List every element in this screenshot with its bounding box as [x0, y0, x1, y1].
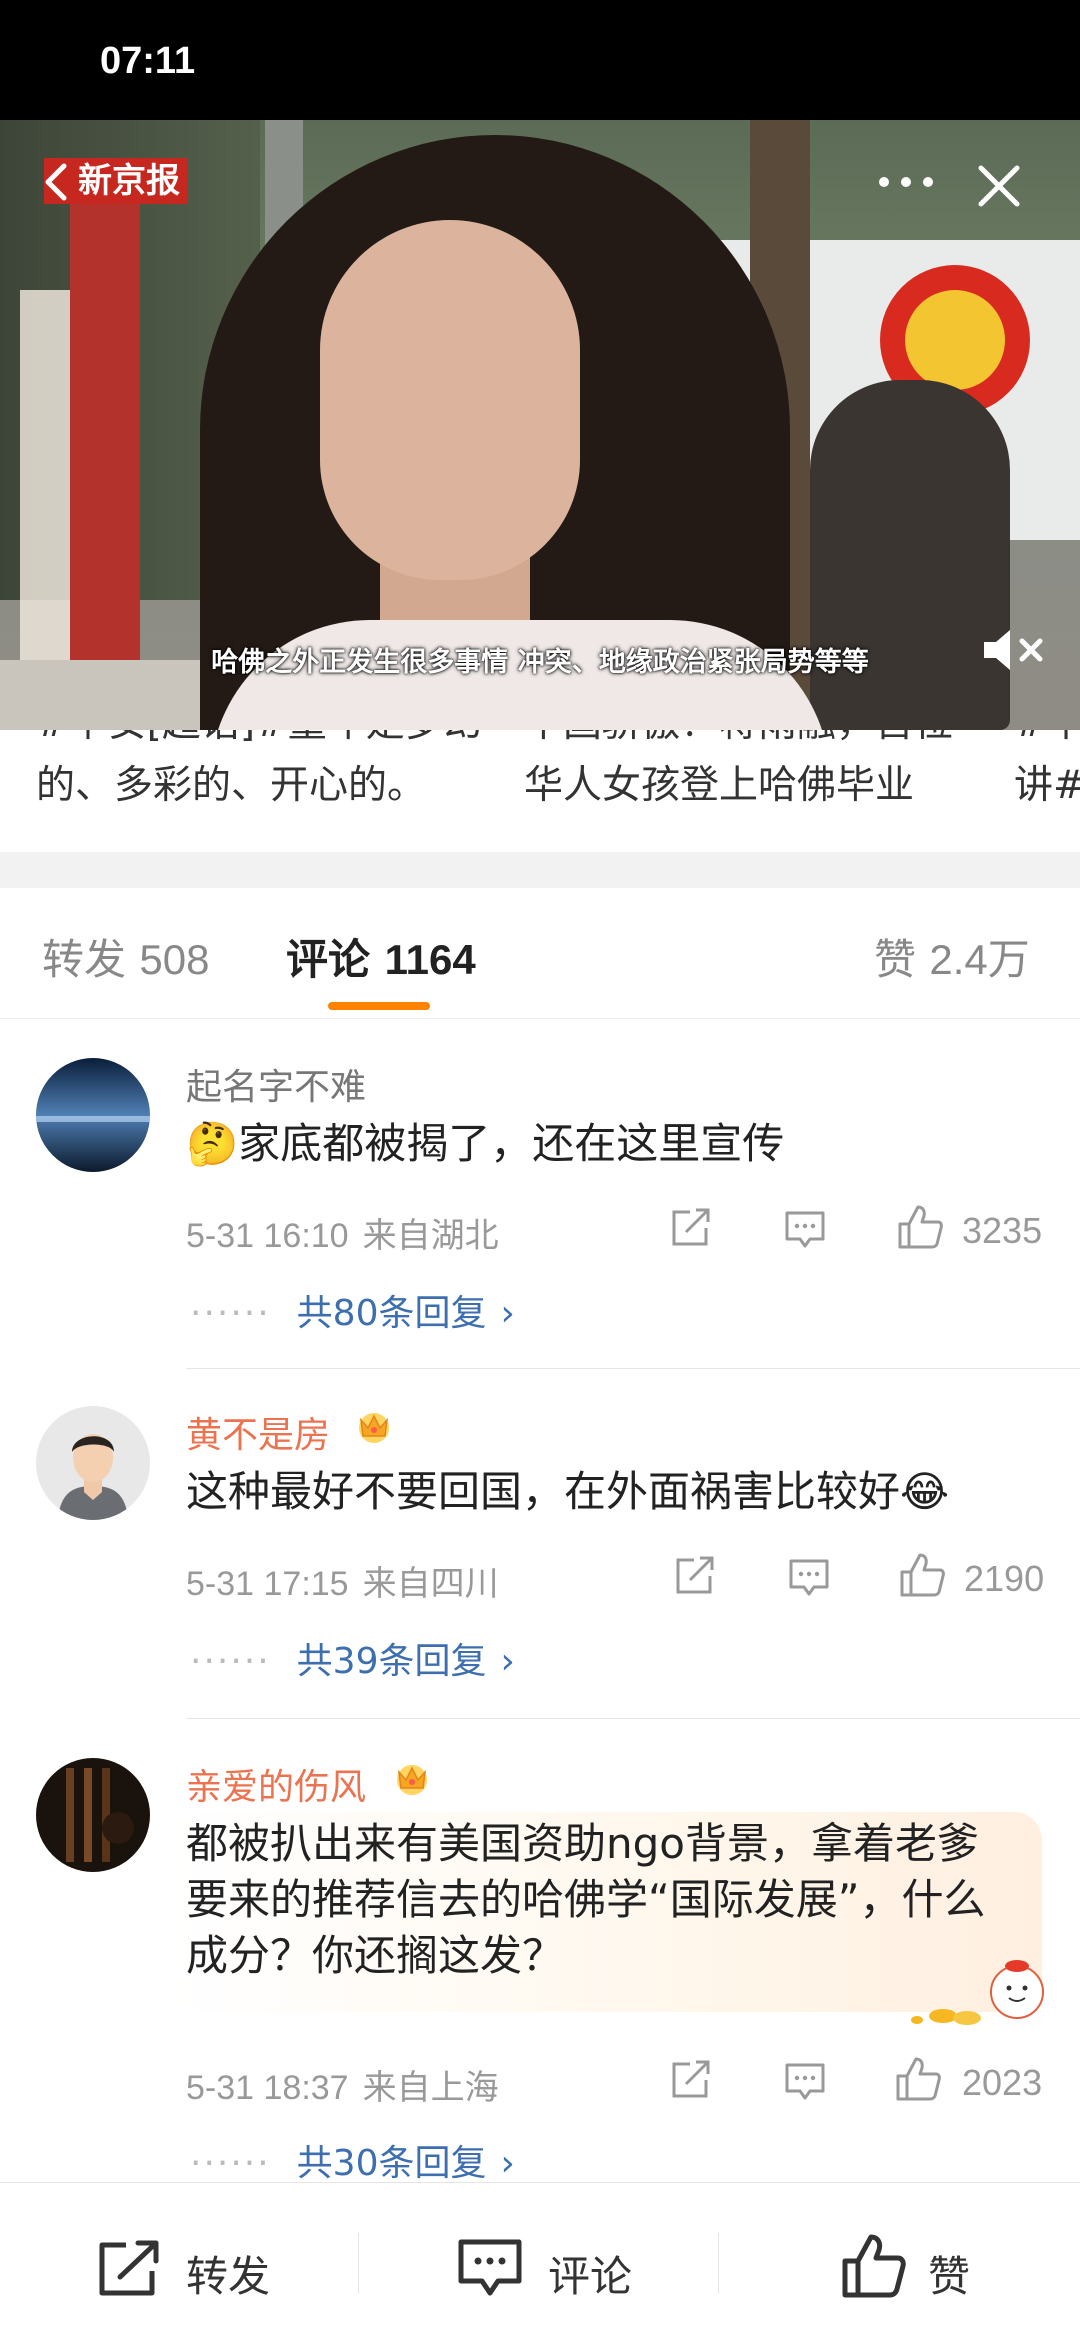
status-time: 07:11 [100, 40, 196, 82]
avatar[interactable] [36, 1758, 150, 1872]
related-posts-strip: #早安[超话]#童年是梦幻 的、多彩的、开心的。 中国骄傲！蒋雨融，首位 华人女… [0, 730, 1080, 860]
tab-comment-count: 1164 [384, 936, 476, 983]
reply-dots: ······ [190, 2143, 271, 2184]
like-count: 2190 [964, 1558, 1045, 1599]
tab-comment-label: 评论 [286, 935, 371, 984]
tab-repost-count: 508 [139, 936, 210, 983]
comment-username[interactable]: 起名字不难 [186, 1058, 366, 1110]
avatar[interactable] [36, 1058, 150, 1172]
like-count: 2023 [962, 2062, 1043, 2103]
section-divider [0, 852, 1080, 888]
comment-text: 🤔家底都被揭了，还在这里宣传 [186, 1119, 785, 1168]
tab-repost[interactable]: 转发 508 [42, 926, 209, 987]
related-post-line: 中国骄傲！蒋雨融，首位 [524, 730, 953, 752]
view-replies-link[interactable]: ······ 共39条回复 › [190, 1632, 515, 1684]
comment-time: 5-31 18:37 [186, 2069, 349, 2107]
tab-like-label: 赞 [874, 935, 917, 984]
reply-dots: ······ [190, 1293, 271, 1334]
comment-divider [186, 1368, 1080, 1369]
tab-repost-label: 转发 [42, 935, 127, 984]
more-icon[interactable] [876, 170, 936, 194]
comment-meta: 5-31 16:10 来自湖北 [186, 1208, 499, 1257]
tab-like[interactable]: 赞 2.4万 [874, 926, 1030, 987]
tab-comment[interactable]: 评论 1164 [286, 926, 476, 987]
crown-icon [359, 1413, 389, 1443]
comment-icon[interactable] [788, 1558, 830, 1598]
like-icon[interactable] [894, 2056, 942, 2102]
comment-meta: 5-31 18:37 来自上海 [186, 2060, 499, 2109]
active-tab-indicator [328, 1002, 430, 1010]
mute-icon[interactable] [980, 625, 1046, 675]
comment-button[interactable]: 评论 [456, 2233, 656, 2301]
video-player[interactable]: 新京报 哈佛之外正发生很多事情 冲突、地缘政治紧张局势等等 [0, 120, 1080, 730]
bottom-bar-separator [718, 2233, 719, 2293]
like-label: 赞 [928, 2252, 971, 2301]
comment-label: 评论 [548, 2252, 633, 2301]
like-count: 3235 [962, 1210, 1043, 1251]
share-icon [99, 2240, 159, 2296]
back-icon[interactable] [38, 162, 78, 202]
comment-text: 都被扒出来有美国资助ngo背景，拿着老爹要来的推荐信去的哈佛学“国际发展”，什么… [186, 1819, 986, 1980]
comment-time: 5-31 17:15 [186, 1565, 349, 1603]
bottom-bar-separator [358, 2233, 359, 2293]
close-icon[interactable] [975, 162, 1023, 210]
interaction-tabs: 转发 508 评论 1164 赞 2.4万 [0, 888, 1080, 1019]
related-post-line: #早安[超话]#童年是梦幻 [36, 730, 483, 752]
like-icon[interactable] [898, 1552, 946, 1598]
share-icon[interactable] [674, 1556, 716, 1596]
related-post-line: 的、多彩的、开心的。 [36, 763, 427, 808]
video-scene-sign [70, 180, 140, 720]
reply-count-text: 共30条回复 [296, 2143, 487, 2184]
chevron-right-icon: › [500, 1641, 515, 1682]
bottom-action-bar: 转发 评论 赞 [0, 2182, 1080, 2345]
comment-username[interactable]: 黄不是房 [186, 1406, 330, 1458]
avatar[interactable] [36, 1406, 150, 1520]
like-button[interactable]: 赞 [840, 2233, 1000, 2301]
video-scene-speaker-face [320, 220, 580, 580]
comment-text: 这种最好不要回国，在外面祸害比较好😂 [186, 1467, 950, 1516]
tab-like-count: 2.4万 [929, 936, 1030, 983]
view-replies-link[interactable]: ······ 共30条回复 › [190, 2134, 515, 2186]
like-icon [842, 2234, 906, 2298]
related-post-line: #中 [1014, 730, 1080, 752]
comment-meta: 5-31 17:15 来自四川 [186, 1556, 499, 1605]
repost-label: 转发 [186, 2252, 271, 2301]
repost-button[interactable]: 转发 [96, 2233, 296, 2301]
reply-count-text: 共39条回复 [296, 1641, 487, 1682]
chevron-right-icon: › [500, 1293, 515, 1334]
related-post-line: 华人女孩登上哈佛毕业 [524, 763, 915, 808]
comment-location: 来自上海 [362, 2068, 499, 2108]
comment-location: 来自湖北 [362, 1216, 499, 1256]
comment-divider [186, 1718, 1080, 1719]
status-bar: 07:11 [0, 0, 1080, 120]
reply-count-text: 共80条回复 [296, 1293, 487, 1334]
comment-icon [458, 2239, 522, 2296]
comment-icon[interactable] [784, 1210, 826, 1250]
comment-username[interactable]: 亲爱的伤风 [186, 1758, 366, 1810]
video-subtitle: 哈佛之外正发生很多事情 冲突、地缘政治紧张局势等等 [211, 647, 869, 678]
video-scene-logo-inner [905, 290, 1005, 390]
share-icon[interactable] [670, 1208, 712, 1248]
like-icon[interactable] [896, 1204, 944, 1250]
view-replies-link[interactable]: ······ 共80条回复 › [190, 1284, 515, 1336]
reply-dots: ······ [190, 1641, 271, 1682]
share-icon[interactable] [670, 2060, 712, 2100]
chevron-right-icon: › [500, 2143, 515, 2184]
comment-time: 5-31 16:10 [186, 1217, 349, 1255]
comment-icon[interactable] [784, 2062, 826, 2102]
related-post-line: 讲# [1014, 763, 1080, 808]
crown-icon [397, 1765, 427, 1795]
comment-location: 来自四川 [362, 1564, 499, 1604]
